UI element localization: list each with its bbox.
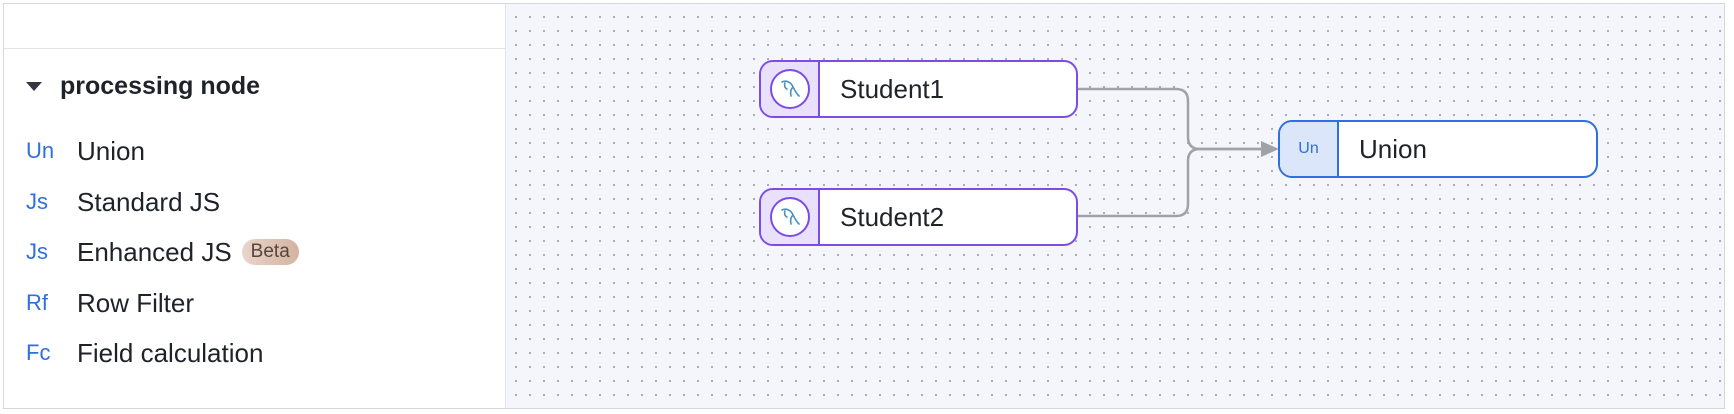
node-student2[interactable]: Student2 [759, 188, 1078, 246]
node-palette-sidebar: processing node Un Union Js Standard JS … [4, 4, 506, 408]
row-filter-icon: Rf [26, 290, 48, 315]
js-icon: Js [26, 239, 48, 264]
palette-item-label: Row Filter [77, 287, 195, 318]
palette-item-field-calculation[interactable]: Fc Field calculation [26, 335, 263, 371]
node-icon-box [761, 190, 820, 244]
edges-layer [1077, 87, 1279, 218]
node-icon-box: Un [1280, 122, 1339, 176]
union-icon: Un [26, 138, 55, 163]
node-student1[interactable]: Student1 [759, 60, 1078, 118]
palette-item-row-filter[interactable]: Rf Row Filter [26, 285, 194, 321]
section-processing-node[interactable]: processing node [26, 72, 260, 101]
section-title: processing node [60, 72, 261, 100]
mysql-dolphin-icon [769, 69, 810, 109]
palette-item-enhanced-js[interactable]: Js Enhanced JS Beta [26, 234, 299, 270]
node-icon-box [761, 62, 820, 116]
palette-item-label: Enhanced JS [77, 236, 232, 267]
union-icon: Un [1298, 140, 1319, 157]
sidebar-search-area [4, 4, 505, 49]
node-union[interactable]: Un Union [1278, 120, 1598, 178]
palette-item-union[interactable]: Un Union [26, 133, 145, 169]
js-icon: Js [26, 189, 48, 214]
palette-item-label: Standard JS [77, 186, 221, 217]
palette-item-standard-js[interactable]: Js Standard JS [26, 184, 220, 220]
edge-student1-to-union[interactable] [1077, 87, 1261, 151]
mysql-dolphin-icon [769, 197, 810, 237]
caret-down-icon[interactable] [26, 82, 42, 91]
beta-badge: Beta [241, 239, 299, 265]
palette-item-label: Union [77, 135, 145, 166]
edge-student2-to-union[interactable] [1077, 147, 1261, 218]
arrowhead-icon [1261, 141, 1279, 157]
app-frame: processing node Un Union Js Standard JS … [3, 3, 1725, 409]
dag-canvas[interactable]: Student1 Student2 Un Union [506, 4, 1724, 408]
field-calculation-icon: Fc [26, 340, 51, 365]
node-label: Student1 [840, 73, 945, 104]
node-label: Union [1359, 133, 1427, 164]
palette-item-label: Field calculation [77, 337, 264, 368]
node-label: Student2 [840, 201, 945, 232]
